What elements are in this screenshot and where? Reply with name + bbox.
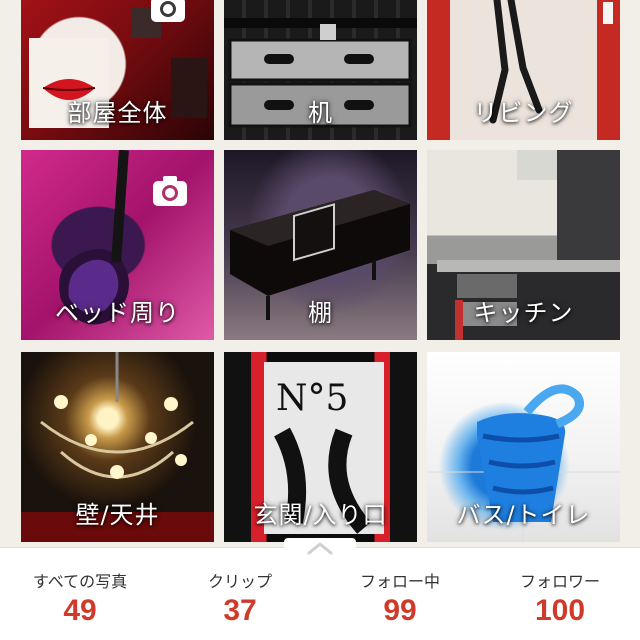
category-tile-whole-room[interactable]: 部屋全体 [21, 0, 214, 140]
category-tile-desk[interactable]: 机 [224, 0, 417, 140]
category-label: 壁/天井 [75, 501, 160, 529]
category-tile-entrance[interactable]: N°5 玄関/入り口 [224, 352, 417, 542]
stat-label: クリップ [207, 572, 272, 591]
expand-panel-handle[interactable] [284, 538, 356, 558]
svg-text:N°5: N°5 [276, 378, 348, 419]
category-tile-shelf[interactable]: 棚 [224, 150, 417, 340]
stat-clips[interactable]: クリップ 37 [160, 548, 320, 640]
category-tile-bath-toilet[interactable]: バス/トイレ [427, 352, 620, 542]
category-label: 部屋全体 [67, 99, 168, 127]
category-label: 机 [308, 99, 333, 127]
category-label: キッチン [473, 299, 574, 327]
category-tile-kitchen[interactable]: キッチン [427, 150, 620, 340]
category-label: 玄関/入り口 [253, 501, 388, 529]
profile-stats-bar: すべての写真 49 クリップ 37 フォロー中 99 フォロワー 100 [0, 547, 640, 640]
stat-following[interactable]: フォロー中 99 [320, 548, 480, 640]
category-label: 棚 [308, 299, 333, 327]
category-label: ベッド周り [55, 299, 180, 327]
stat-count: 100 [534, 594, 586, 627]
chevron-up-icon [307, 542, 333, 555]
category-tile-wall-ceiling[interactable]: 壁/天井 [21, 352, 214, 542]
category-label: リビング [473, 99, 574, 127]
category-tile-bedside[interactable]: ベッド周り [21, 150, 214, 340]
stat-count: 37 [223, 594, 257, 627]
camera-icon [151, 174, 189, 208]
category-label: バス/トイレ [456, 501, 591, 529]
category-photo-grid: 部屋全体 机 リビング ベッド周り 棚 キッチン 壁/天井 N°5 玄関/入り口… [0, 0, 640, 545]
category-tile-living[interactable]: リビング [427, 0, 620, 140]
camera-icon [149, 0, 187, 24]
stat-label: すべての写真 [32, 572, 128, 591]
stat-label: フォロワー [519, 572, 600, 591]
stat-all-photos[interactable]: すべての写真 49 [0, 548, 160, 640]
stat-count: 49 [63, 594, 97, 627]
stat-count: 99 [383, 594, 417, 627]
stat-followers[interactable]: フォロワー 100 [480, 548, 640, 640]
stat-label: フォロー中 [359, 572, 440, 591]
